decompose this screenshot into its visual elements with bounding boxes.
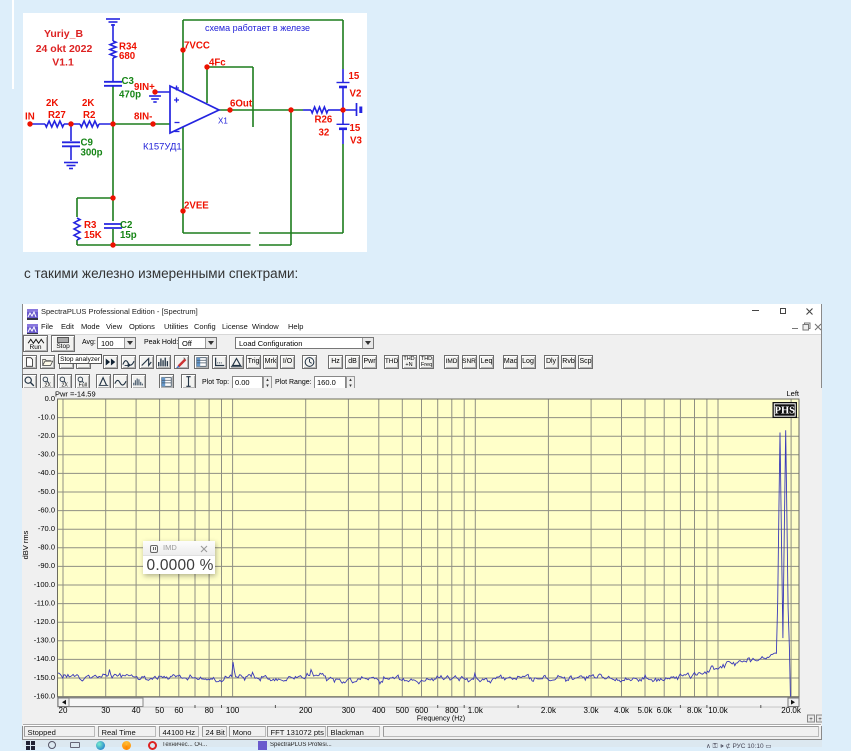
svg-text:R27: R27 xyxy=(48,110,66,121)
svg-text:10.0k: 10.0k xyxy=(708,706,729,715)
svg-text:2K: 2K xyxy=(46,98,58,109)
svg-text:600: 600 xyxy=(415,706,429,715)
svg-text:200: 200 xyxy=(299,706,313,715)
svg-text:-150.0: -150.0 xyxy=(34,673,55,682)
svg-text:Frequency (Hz): Frequency (Hz) xyxy=(417,716,465,723)
svg-text:20: 20 xyxy=(59,706,68,715)
svg-text:15p: 15p xyxy=(120,230,137,241)
svg-text:-10.0: -10.0 xyxy=(38,412,55,421)
svg-text:-110.0: -110.0 xyxy=(34,598,55,607)
svg-text:V1.1: V1.1 xyxy=(52,57,74,69)
svg-text:-60.0: -60.0 xyxy=(38,505,55,514)
svg-text:-140.0: -140.0 xyxy=(34,654,55,663)
svg-text:800: 800 xyxy=(445,706,459,715)
svg-text:-160.0: -160.0 xyxy=(34,691,55,700)
svg-text:C3: C3 xyxy=(122,76,135,87)
svg-text:80: 80 xyxy=(205,706,214,715)
svg-text:-80.0: -80.0 xyxy=(38,543,55,552)
svg-text:50: 50 xyxy=(155,706,164,715)
svg-text:15: 15 xyxy=(350,123,361,134)
svg-text:2K: 2K xyxy=(82,98,94,109)
svg-text:-90.0: -90.0 xyxy=(38,561,55,570)
svg-text:6.0k: 6.0k xyxy=(657,706,673,715)
svg-text:300p: 300p xyxy=(81,148,103,159)
svg-text:30: 30 xyxy=(101,706,110,715)
svg-text:8IN-: 8IN- xyxy=(134,112,152,123)
svg-text:Left: Left xyxy=(786,389,799,398)
svg-text:6Out: 6Out xyxy=(230,99,253,110)
svg-text:X1: X1 xyxy=(218,117,228,126)
svg-text:1.0k: 1.0k xyxy=(468,706,484,715)
svg-text:-130.0: -130.0 xyxy=(34,636,55,645)
svg-text:60: 60 xyxy=(174,706,183,715)
svg-text:470p: 470p xyxy=(119,90,141,101)
svg-text:24 okt 2022: 24 okt 2022 xyxy=(36,43,93,55)
svg-text:15: 15 xyxy=(349,71,360,82)
svg-text:dBV rms: dBV rms xyxy=(22,530,30,559)
svg-text:PHS: PHS xyxy=(775,406,796,417)
svg-text:V2: V2 xyxy=(350,89,362,100)
svg-text:R26: R26 xyxy=(315,115,333,126)
svg-text:4Fc: 4Fc xyxy=(209,58,226,69)
svg-text:4.0k: 4.0k xyxy=(614,706,630,715)
svg-text:IN: IN xyxy=(25,112,35,123)
svg-text:32: 32 xyxy=(319,128,330,139)
svg-text:К157УД1: К157УД1 xyxy=(143,142,182,153)
svg-text:-40.0: -40.0 xyxy=(38,468,55,477)
svg-text:+: + xyxy=(818,717,822,723)
svg-text:-120.0: -120.0 xyxy=(34,617,55,626)
svg-text:0.0: 0.0 xyxy=(45,394,55,403)
svg-text:Pwr =-14.59: Pwr =-14.59 xyxy=(55,390,96,399)
svg-text:2.0k: 2.0k xyxy=(541,706,557,715)
svg-text:V3: V3 xyxy=(350,136,362,147)
svg-text:R2: R2 xyxy=(83,110,95,121)
svg-text:20.0k: 20.0k xyxy=(781,706,802,715)
svg-text:8.0k: 8.0k xyxy=(687,706,703,715)
svg-text:-20.0: -20.0 xyxy=(38,431,55,440)
svg-text:Yuriy_B: Yuriy_B xyxy=(44,28,84,40)
svg-text:400: 400 xyxy=(372,706,386,715)
svg-text:15K: 15K xyxy=(84,230,102,241)
svg-text:3.0k: 3.0k xyxy=(584,706,600,715)
svg-text:500: 500 xyxy=(396,706,410,715)
svg-text:+: + xyxy=(809,717,813,723)
svg-text:-70.0: -70.0 xyxy=(38,524,55,533)
svg-text:-30.0: -30.0 xyxy=(38,450,55,459)
svg-text:680: 680 xyxy=(119,51,135,62)
svg-text:-100.0: -100.0 xyxy=(34,580,55,589)
svg-text:-50.0: -50.0 xyxy=(38,487,55,496)
svg-text:300: 300 xyxy=(342,706,356,715)
svg-text:100: 100 xyxy=(226,706,240,715)
svg-text:7VCC: 7VCC xyxy=(184,41,210,52)
svg-text:40: 40 xyxy=(132,706,141,715)
svg-text:2VEE: 2VEE xyxy=(184,201,209,212)
svg-text:схема работает в железе: схема работает в железе xyxy=(205,23,310,33)
svg-text:5.0k: 5.0k xyxy=(637,706,653,715)
